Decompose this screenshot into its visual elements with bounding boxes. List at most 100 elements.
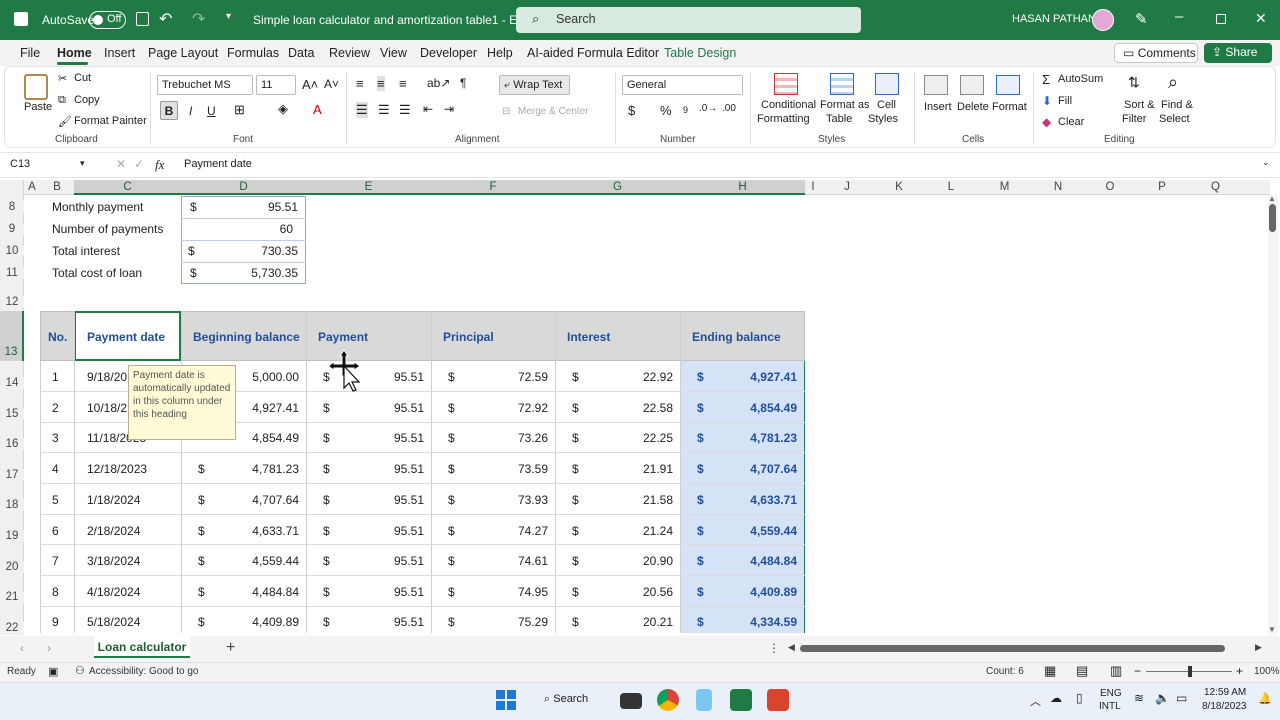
ending-balance-cell[interactable]: 4,854.49 — [715, 401, 797, 415]
clock-date[interactable]: 8/18/2023 — [1202, 701, 1247, 712]
tab-view[interactable]: View — [380, 46, 407, 60]
conditional-formatting-label-1[interactable]: Conditional — [761, 99, 816, 111]
principal-cell[interactable]: 73.93 — [470, 493, 548, 507]
font-size-select[interactable]: 11 — [256, 75, 296, 95]
sort-filter-label-2[interactable]: Filter — [1122, 113, 1146, 125]
decrease-indent-icon[interactable]: ⇤ — [423, 102, 433, 116]
normal-view-icon[interactable]: ▦ — [1044, 663, 1056, 679]
paste-button[interactable]: Paste — [24, 101, 52, 113]
format-as-table-label-2[interactable]: Table — [826, 113, 852, 125]
name-box-dropdown-icon[interactable]: ▾ — [80, 158, 85, 169]
windows-start-icon[interactable] — [496, 690, 516, 710]
expand-formula-bar-icon[interactable]: ⌄ — [1262, 157, 1270, 168]
payment-cell[interactable]: 95.51 — [350, 431, 424, 445]
interest-cell[interactable]: 21.91 — [595, 462, 673, 476]
header-beginning-balance[interactable]: Beginning balance — [193, 330, 300, 344]
borders-icon[interactable]: ⊞ — [234, 102, 245, 118]
summary-label[interactable]: Total cost of loan — [52, 266, 142, 280]
principal-cell[interactable]: 72.92 — [470, 401, 548, 415]
total-cost-value[interactable]: 5,730.35 — [220, 266, 298, 280]
beginning-balance-cell[interactable]: 4,707.64 — [220, 493, 299, 507]
percent-format-button[interactable]: % — [660, 103, 672, 118]
search-box[interactable]: ⌕ Search — [516, 7, 861, 33]
payment-cell[interactable]: 95.51 — [350, 462, 424, 476]
column-header-g[interactable]: G — [555, 180, 680, 195]
font-color-icon[interactable]: A — [313, 102, 322, 117]
vertical-scroll-thumb[interactable] — [1269, 204, 1276, 232]
tab-ai-formula-editor[interactable]: AI-aided Formula Editor — [527, 46, 659, 60]
beginning-balance-cell[interactable]: 4,559.44 — [220, 554, 299, 568]
format-as-table-label-1[interactable]: Format as — [820, 99, 870, 111]
ending-balance-cell[interactable]: 4,484.84 — [715, 554, 797, 568]
clock-time[interactable]: 12:59 AM — [1204, 687, 1246, 698]
orientation-icon[interactable]: ab↗ — [427, 76, 450, 90]
column-header-j[interactable]: J — [821, 180, 873, 195]
delete-cells-icon[interactable] — [960, 75, 984, 95]
horizontal-scroll-thumb[interactable] — [800, 645, 1225, 652]
zoom-slider-thumb[interactable] — [1188, 666, 1192, 677]
row-header-13[interactable]: 13 — [0, 311, 24, 361]
more-options-icon[interactable]: ⋮ — [768, 641, 780, 655]
principal-cell[interactable]: 73.59 — [470, 462, 548, 476]
delete-cells-button[interactable]: Delete — [957, 101, 989, 113]
taskbar-search[interactable]: ⌕ Search — [532, 688, 606, 712]
payment-cell[interactable]: 95.51 — [350, 401, 424, 415]
monthly-payment-value[interactable]: 95.51 — [220, 200, 298, 214]
zoom-out-icon[interactable]: − — [1134, 664, 1141, 678]
payment-cell[interactable]: 95.51 — [350, 493, 424, 507]
find-select-label-1[interactable]: Find & — [1161, 99, 1193, 111]
increase-font-icon[interactable]: A˄ — [302, 77, 318, 92]
principal-cell[interactable]: 72.59 — [470, 370, 548, 384]
minimize-icon[interactable]: – — [1175, 8, 1183, 25]
row-number[interactable]: 3 — [52, 431, 59, 445]
row-header-8[interactable]: 8 — [0, 201, 24, 213]
tab-help[interactable]: Help — [487, 46, 513, 60]
number-of-payments-value[interactable]: 60 — [220, 222, 293, 236]
interest-cell[interactable]: 20.21 — [595, 615, 673, 629]
column-header-c[interactable]: C — [74, 180, 181, 195]
ending-balance-cell[interactable]: 4,559.44 — [715, 524, 797, 538]
row-header-20[interactable]: 20 — [0, 561, 24, 573]
interest-cell[interactable]: 22.58 — [595, 401, 673, 415]
fill-icon[interactable]: ⬇ — [1042, 94, 1052, 108]
save-icon[interactable] — [136, 12, 149, 26]
column-header-l[interactable]: L — [925, 180, 977, 195]
ending-balance-cell[interactable]: 4,633.71 — [715, 493, 797, 507]
format-cells-icon[interactable] — [996, 75, 1020, 95]
ending-balance-cell[interactable]: 4,334.59 — [715, 615, 797, 629]
find-select-icon[interactable]: ⌕ — [1168, 72, 1178, 93]
row-header-12[interactable]: 12 — [0, 296, 24, 308]
interest-cell[interactable]: 20.56 — [595, 585, 673, 599]
paste-icon[interactable] — [24, 74, 48, 100]
battery-icon[interactable]: ▭ — [1176, 691, 1187, 705]
formula-input[interactable]: Payment date — [184, 158, 252, 170]
app-red-icon[interactable] — [767, 689, 789, 711]
payment-date-cell[interactable]: 2/18/2024 — [87, 524, 140, 538]
tab-table-design[interactable]: Table Design — [664, 46, 736, 60]
macro-record-icon[interactable]: ▣ — [48, 665, 58, 678]
page-break-view-icon[interactable]: ▥ — [1110, 663, 1122, 679]
language-indicator-1[interactable]: ENG — [1100, 688, 1122, 699]
clear-button[interactable]: Clear — [1058, 116, 1084, 128]
payment-cell[interactable]: 95.51 — [350, 585, 424, 599]
autosum-icon[interactable]: Σ — [1042, 72, 1050, 87]
language-indicator-2[interactable]: INTL — [1099, 701, 1121, 712]
tab-data[interactable]: Data — [288, 46, 314, 60]
sheet-tab-loan-calculator[interactable]: Loan calculator — [94, 636, 190, 658]
clear-icon[interactable]: ◆ — [1042, 115, 1051, 129]
page-layout-view-icon[interactable]: ▤ — [1076, 663, 1088, 679]
italic-button[interactable]: I — [189, 104, 192, 118]
vertical-scrollbar[interactable] — [1268, 195, 1278, 635]
row-header-19[interactable]: 19 — [0, 530, 24, 542]
row-header-11[interactable]: 11 — [0, 267, 24, 279]
payment-cell[interactable]: 95.51 — [350, 524, 424, 538]
payment-date-cell[interactable]: 3/18/2024 — [87, 554, 140, 568]
row-number[interactable]: 6 — [52, 524, 59, 538]
payment-date-cell[interactable]: 4/18/2024 — [87, 585, 140, 599]
pen-icon[interactable]: ✎ — [1135, 10, 1148, 28]
row-header-18[interactable]: 18 — [0, 499, 24, 511]
column-header-n[interactable]: N — [1032, 180, 1084, 195]
cut-icon[interactable]: ✂ — [58, 72, 67, 85]
fill-button[interactable]: Fill — [1058, 95, 1072, 107]
comma-style-icon[interactable]: 9 — [683, 105, 688, 115]
